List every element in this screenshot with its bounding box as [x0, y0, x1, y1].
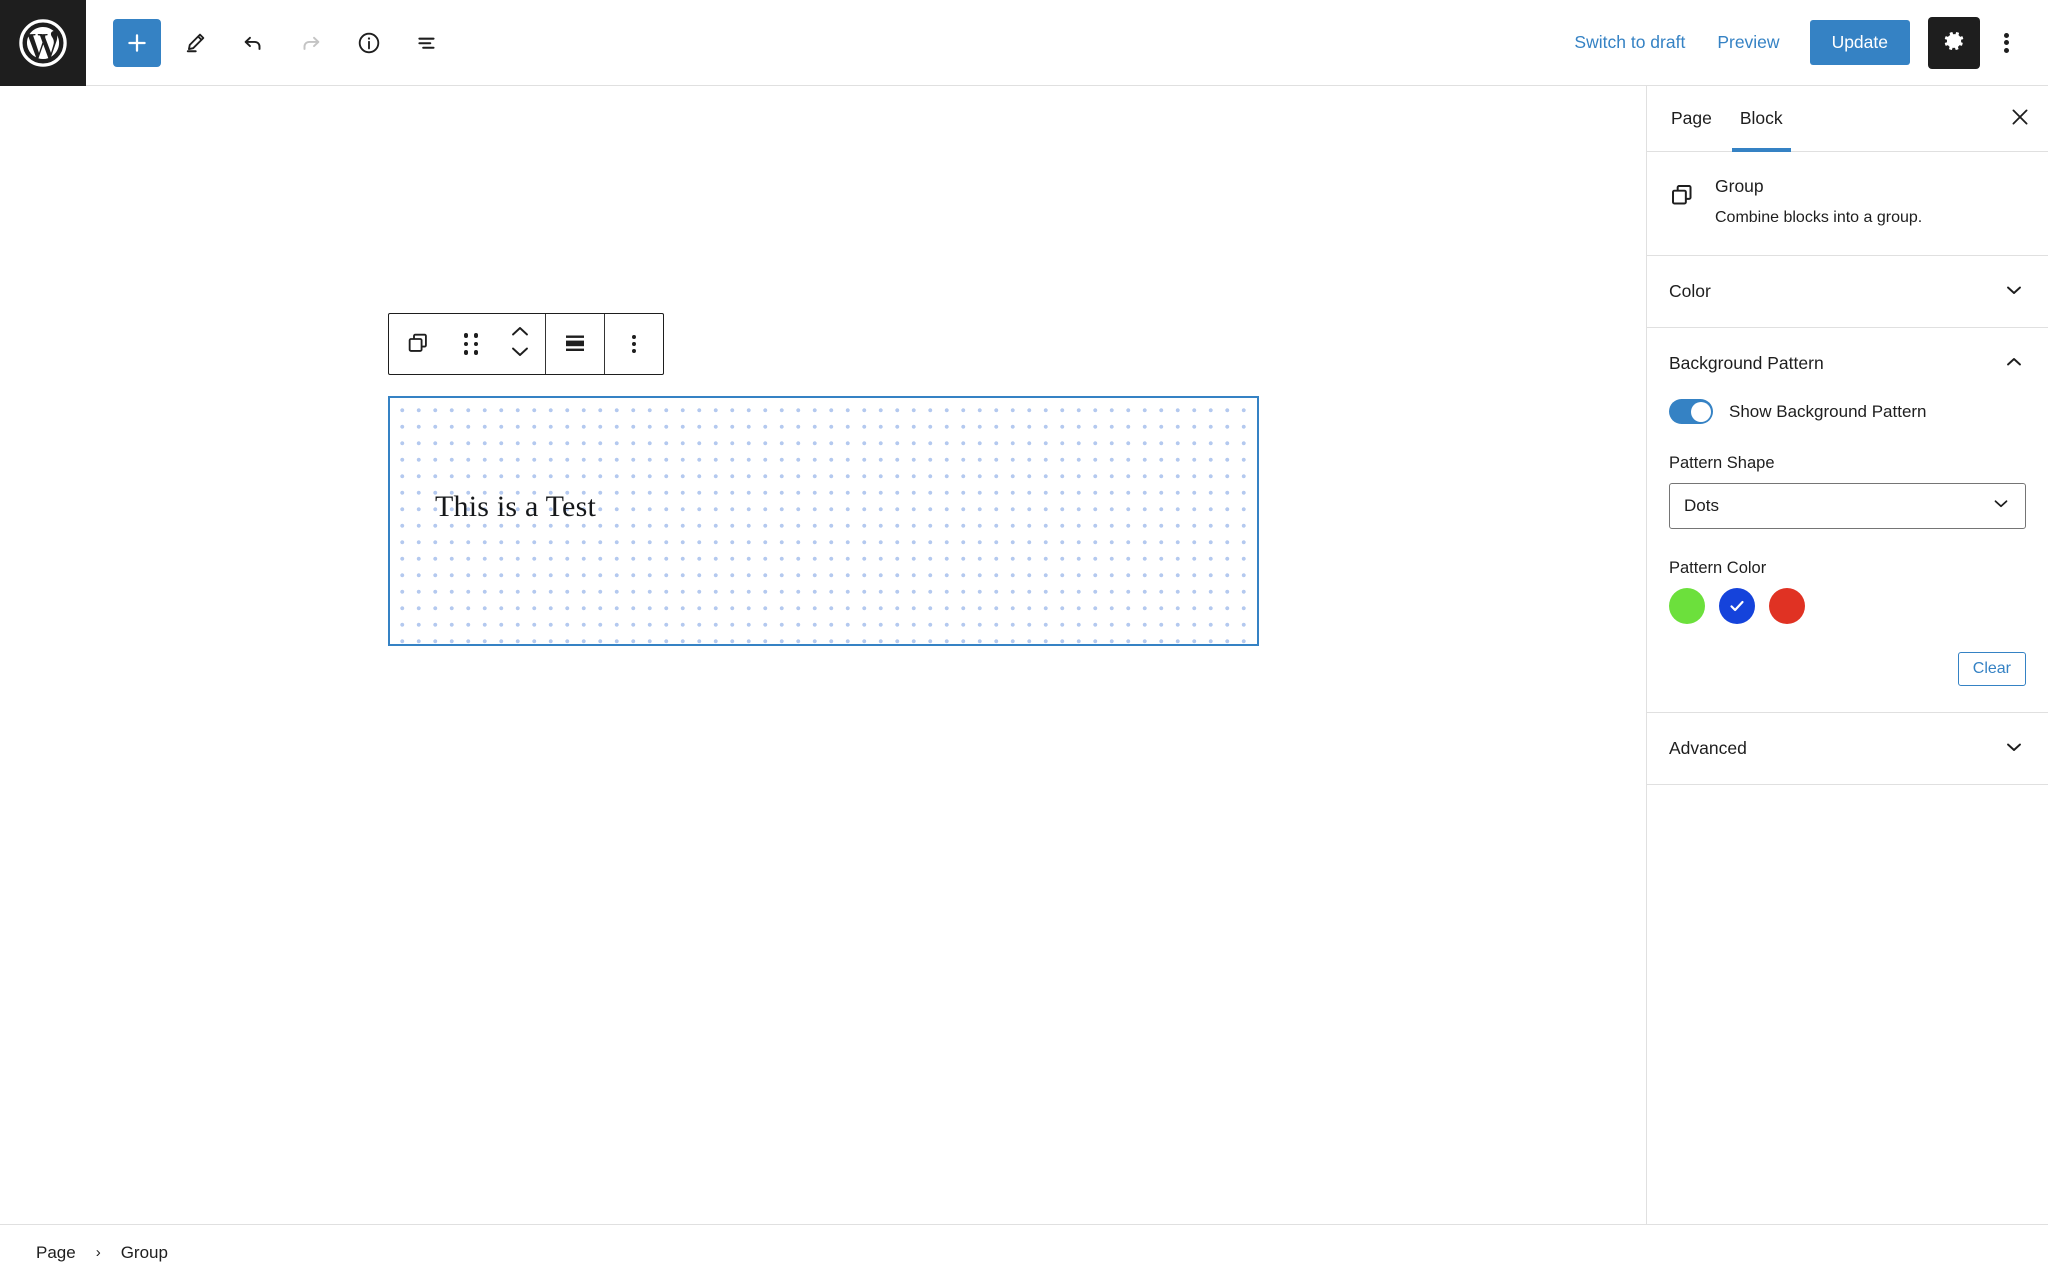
panel-advanced: Advanced [1647, 713, 2048, 786]
chevron-up-icon [2002, 350, 2026, 377]
swatch-blue[interactable] [1719, 588, 1755, 625]
close-sidebar-button[interactable] [1992, 86, 2048, 151]
chevron-down-icon [2002, 278, 2026, 305]
kebab-menu-icon [631, 332, 637, 356]
chevron-down-icon[interactable] [509, 345, 531, 364]
top-bar-right-actions: Switch to draft Preview Update [1558, 16, 2048, 69]
panel-advanced-header[interactable]: Advanced [1647, 713, 2048, 784]
block-toolbar-align-group [546, 314, 604, 374]
block-toolbar [388, 313, 664, 375]
panel-background-pattern-title: Background Pattern [1669, 353, 1824, 374]
panel-background-pattern: Background Pattern Show Background Patte… [1647, 328, 2048, 714]
list-view-button[interactable] [403, 19, 451, 67]
block-info-card: Group Combine blocks into a group. [1647, 152, 2048, 257]
panel-color: Color [1647, 256, 2048, 329]
chevron-down-icon [2002, 735, 2026, 762]
undo-button[interactable] [229, 19, 277, 67]
block-type-button[interactable] [389, 314, 447, 374]
toolbar-divider [545, 314, 546, 374]
breadcrumb-item-page[interactable]: Page [30, 1239, 82, 1267]
block-info-text: Group Combine blocks into a group. [1715, 176, 1922, 229]
block-editor-app: Switch to draft Preview Update This is a… [0, 0, 2048, 1280]
editor-canvas[interactable]: This is a Test [0, 86, 1646, 1224]
swatch-green[interactable] [1669, 588, 1705, 625]
pattern-color-label: Pattern Color [1669, 559, 1767, 578]
breadcrumb-item-group[interactable]: Group [115, 1239, 174, 1267]
pattern-color-swatches [1669, 588, 2026, 625]
top-bar-left-tools [86, 18, 451, 67]
tab-block[interactable]: Block [1726, 86, 1797, 152]
toggle-knob [1690, 401, 1711, 422]
clear-row: Clear [1669, 652, 2026, 687]
block-toolbar-options-group [605, 314, 663, 374]
tools-pencil-button[interactable] [171, 19, 219, 67]
drag-handle-icon [463, 333, 479, 355]
group-block[interactable]: This is a Test [388, 396, 1259, 646]
settings-sidebar: Page Block Group Combine blocks into a g… [1646, 86, 2048, 1224]
redo-button[interactable] [287, 19, 335, 67]
check-icon [1727, 596, 1747, 616]
panel-advanced-title: Advanced [1669, 738, 1747, 759]
group-block-icon [1667, 180, 1697, 210]
update-button[interactable]: Update [1809, 20, 1910, 65]
gear-icon [1941, 28, 1967, 57]
close-icon [2009, 106, 2031, 131]
panel-background-pattern-body: Show Background Pattern Pattern Shape Do… [1647, 399, 2048, 712]
show-background-pattern-label: Show Background Pattern [1729, 401, 1927, 421]
pattern-shape-label: Pattern Shape [1669, 454, 1775, 473]
group-block-icon [405, 330, 431, 359]
breadcrumb: Page › Group [0, 1224, 2048, 1280]
block-drag-handle[interactable] [447, 314, 495, 374]
switch-to-draft-button[interactable]: Switch to draft [1558, 22, 1701, 63]
toolbar-divider [604, 314, 605, 374]
panel-color-header[interactable]: Color [1647, 256, 2048, 327]
sidebar-tabs: Page Block [1647, 86, 2048, 152]
preview-button[interactable]: Preview [1701, 22, 1795, 63]
pattern-shape-select[interactable]: Dots [1669, 483, 2026, 530]
kebab-menu-icon [2003, 30, 2009, 55]
chevron-up-icon[interactable] [509, 324, 531, 343]
breadcrumb-separator: › [95, 1244, 101, 1261]
block-movers[interactable] [495, 314, 545, 374]
block-description: Combine blocks into a group. [1715, 209, 1923, 226]
editor-top-bar: Switch to draft Preview Update [0, 0, 2048, 86]
align-button[interactable] [546, 314, 604, 374]
pattern-shape-select-wrap: Dots [1669, 483, 2026, 530]
group-block-text[interactable]: This is a Test [435, 490, 596, 524]
wordpress-logo-icon[interactable] [0, 0, 86, 86]
show-background-pattern-row: Show Background Pattern [1669, 399, 2026, 425]
clear-button[interactable]: Clear [1957, 652, 2026, 687]
block-toolbar-left-group [389, 314, 545, 374]
editor-body: This is a Test Page Block Group Combine … [0, 86, 2048, 1224]
block-more-options-button[interactable] [605, 314, 663, 374]
block-title: Group [1715, 176, 1764, 196]
align-center-icon [562, 330, 588, 359]
settings-gear-button[interactable] [1928, 16, 1980, 69]
add-block-button[interactable] [113, 18, 161, 67]
tab-page[interactable]: Page [1657, 86, 1726, 151]
details-info-button[interactable] [345, 19, 393, 67]
panel-background-pattern-header[interactable]: Background Pattern [1647, 328, 2048, 399]
show-background-pattern-toggle[interactable] [1669, 399, 1713, 425]
more-options-button[interactable] [1984, 17, 2028, 69]
swatch-red[interactable] [1769, 588, 1805, 625]
panel-color-title: Color [1669, 281, 1711, 302]
